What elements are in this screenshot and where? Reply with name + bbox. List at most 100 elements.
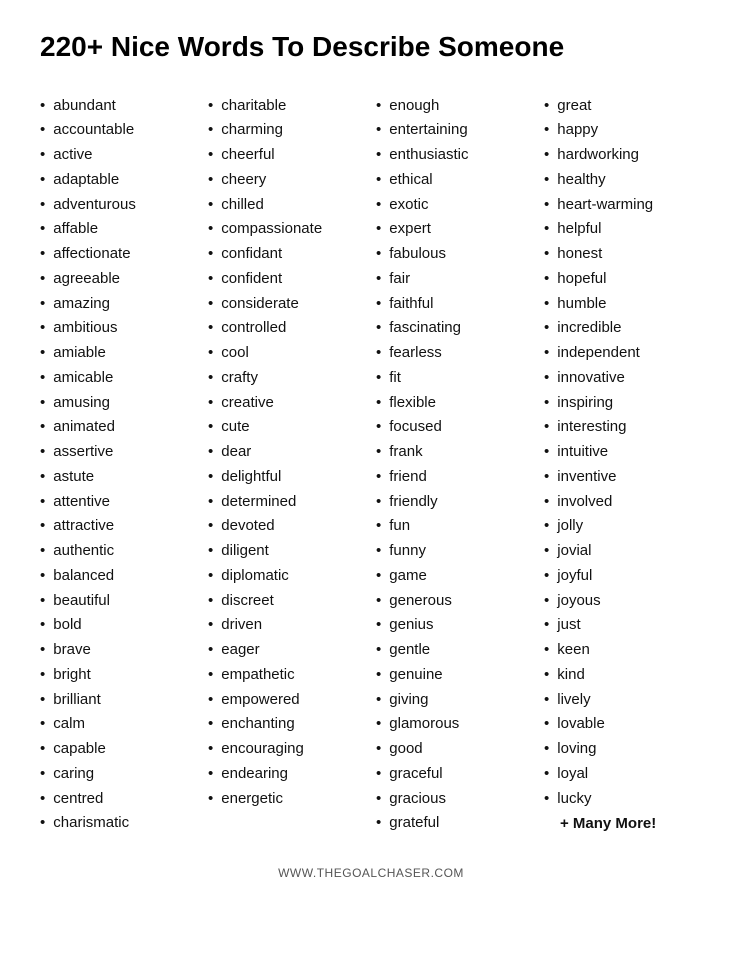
word-item: enchanting: [208, 712, 366, 737]
word-item: amazing: [40, 292, 198, 317]
word-item: abundant: [40, 94, 198, 119]
word-item: active: [40, 143, 198, 168]
word-item: happy: [544, 118, 702, 143]
word-item: driven: [208, 613, 366, 638]
word-item: empathetic: [208, 663, 366, 688]
word-item: compassionate: [208, 217, 366, 242]
word-item: fair: [376, 267, 534, 292]
word-item: just: [544, 613, 702, 638]
word-item: genuine: [376, 663, 534, 688]
word-item: amicable: [40, 366, 198, 391]
word-column-1: abundantaccountableactiveadaptableadvent…: [40, 94, 198, 837]
word-item: capable: [40, 737, 198, 762]
word-item: genius: [376, 613, 534, 638]
word-item: gracious: [376, 787, 534, 812]
word-item: endearing: [208, 762, 366, 787]
word-item: eager: [208, 638, 366, 663]
word-item: hardworking: [544, 143, 702, 168]
word-item: loyal: [544, 762, 702, 787]
word-item: friendly: [376, 490, 534, 515]
word-item: affable: [40, 217, 198, 242]
word-item: expert: [376, 217, 534, 242]
word-item: jovial: [544, 539, 702, 564]
word-item: exotic: [376, 193, 534, 218]
word-item: controlled: [208, 316, 366, 341]
word-item: joyous: [544, 589, 702, 614]
word-item: cheerful: [208, 143, 366, 168]
word-item: kind: [544, 663, 702, 688]
word-item: charitable: [208, 94, 366, 119]
word-item: delightful: [208, 465, 366, 490]
word-item: joyful: [544, 564, 702, 589]
word-item: ethical: [376, 168, 534, 193]
word-item: involved: [544, 490, 702, 515]
word-item: caring: [40, 762, 198, 787]
word-item: centred: [40, 787, 198, 812]
word-item: cute: [208, 415, 366, 440]
word-item: dear: [208, 440, 366, 465]
word-column-3: enoughentertainingenthusiasticethicalexo…: [376, 94, 534, 837]
word-item: inspiring: [544, 391, 702, 416]
more-label: + Many More!: [544, 815, 702, 832]
word-item: diligent: [208, 539, 366, 564]
word-item: fascinating: [376, 316, 534, 341]
word-item: astute: [40, 465, 198, 490]
word-item: crafty: [208, 366, 366, 391]
word-item: cool: [208, 341, 366, 366]
word-item: fabulous: [376, 242, 534, 267]
word-item: creative: [208, 391, 366, 416]
word-item: adventurous: [40, 193, 198, 218]
word-item: encouraging: [208, 737, 366, 762]
word-item: focused: [376, 415, 534, 440]
word-item: giving: [376, 688, 534, 713]
word-item: independent: [544, 341, 702, 366]
page-title: 220+ Nice Words To Describe Someone: [40, 30, 702, 64]
word-item: fit: [376, 366, 534, 391]
word-column-2: charitablecharmingcheerfulcheerychilledc…: [208, 94, 366, 837]
word-item: good: [376, 737, 534, 762]
word-item: adaptable: [40, 168, 198, 193]
word-item: lovable: [544, 712, 702, 737]
word-item: empowered: [208, 688, 366, 713]
word-item: chilled: [208, 193, 366, 218]
word-item: calm: [40, 712, 198, 737]
word-item: charming: [208, 118, 366, 143]
word-item: affectionate: [40, 242, 198, 267]
word-item: diplomatic: [208, 564, 366, 589]
word-item: keen: [544, 638, 702, 663]
word-item: cheery: [208, 168, 366, 193]
word-item: lively: [544, 688, 702, 713]
word-item: attractive: [40, 514, 198, 539]
word-item: accountable: [40, 118, 198, 143]
word-item: incredible: [544, 316, 702, 341]
word-item: enough: [376, 94, 534, 119]
word-item: attentive: [40, 490, 198, 515]
word-item: innovative: [544, 366, 702, 391]
word-item: humble: [544, 292, 702, 317]
word-item: fun: [376, 514, 534, 539]
word-item: charismatic: [40, 811, 198, 836]
word-item: entertaining: [376, 118, 534, 143]
word-item: flexible: [376, 391, 534, 416]
footer-text: WWW.THEGOALCHASER.COM: [40, 866, 702, 880]
word-item: brilliant: [40, 688, 198, 713]
word-item: bright: [40, 663, 198, 688]
word-item: healthy: [544, 168, 702, 193]
word-item: determined: [208, 490, 366, 515]
word-item: intuitive: [544, 440, 702, 465]
word-item: grateful: [376, 811, 534, 836]
word-item: amusing: [40, 391, 198, 416]
word-item: fearless: [376, 341, 534, 366]
word-item: balanced: [40, 564, 198, 589]
word-item: gentle: [376, 638, 534, 663]
word-item: amiable: [40, 341, 198, 366]
word-item: game: [376, 564, 534, 589]
word-item: honest: [544, 242, 702, 267]
word-item: glamorous: [376, 712, 534, 737]
word-item: hopeful: [544, 267, 702, 292]
word-item: friend: [376, 465, 534, 490]
word-item: jolly: [544, 514, 702, 539]
word-item: brave: [40, 638, 198, 663]
word-item: assertive: [40, 440, 198, 465]
word-item: graceful: [376, 762, 534, 787]
